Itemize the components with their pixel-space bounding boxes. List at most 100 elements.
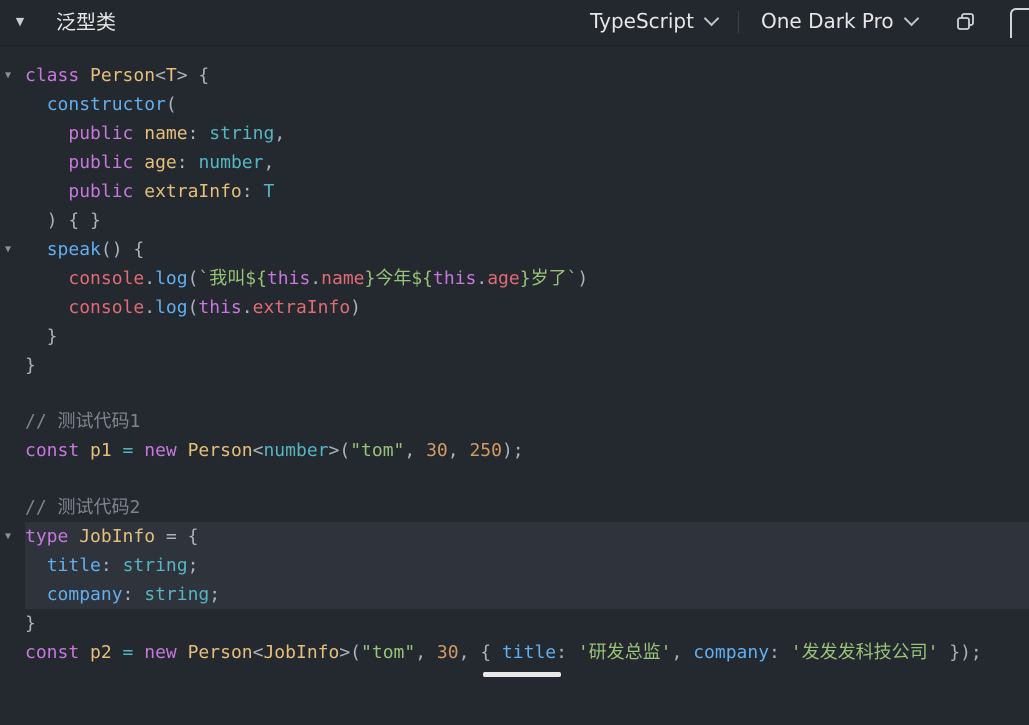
- divider: [738, 11, 739, 33]
- token: }: [25, 326, 58, 347]
- token: Person: [187, 642, 253, 663]
- token: (: [165, 94, 177, 115]
- horizontal-scrollbar-thumb[interactable]: [483, 672, 561, 677]
- code-line: title: string;: [0, 551, 1029, 580]
- token: name: [144, 123, 188, 144]
- token: extraInfo: [252, 297, 351, 318]
- chevron-down-icon: [903, 10, 919, 27]
- token: '发发发科技公司': [790, 642, 939, 663]
- token: p1: [90, 440, 112, 461]
- token: // 测试代码1: [25, 411, 141, 432]
- token: Person: [90, 65, 156, 86]
- code-line-text: const p1 = new Person<number>("tom", 30,…: [25, 436, 524, 465]
- theme-dropdown[interactable]: One Dark Pro: [761, 7, 919, 35]
- token: "tom": [361, 642, 416, 663]
- code-line: }: [0, 322, 1029, 351]
- token: string: [122, 555, 188, 576]
- token: this: [198, 297, 242, 318]
- code-line-text: }: [25, 609, 36, 638]
- token: // 测试代码2: [25, 497, 141, 518]
- token: () {: [100, 239, 145, 260]
- token: }岁了`: [519, 268, 578, 289]
- token: 250: [469, 440, 502, 461]
- token: JobInfo: [79, 526, 156, 547]
- token: .: [310, 268, 322, 289]
- token: type: [25, 526, 69, 547]
- code-line: // 测试代码1: [0, 407, 1029, 436]
- token: public: [68, 181, 134, 202]
- code-line-text: public age: number,: [25, 148, 274, 177]
- token: 30: [436, 642, 459, 663]
- code-line: // 测试代码2: [0, 493, 1029, 522]
- code-line-text: constructor(: [25, 90, 177, 119]
- code-line-text: }: [25, 351, 36, 380]
- code-line: }: [0, 609, 1029, 638]
- token: ) { }: [25, 210, 101, 231]
- token: number: [198, 152, 264, 173]
- token: (: [187, 268, 199, 289]
- code-line: const p1 = new Person<number>("tom", 30,…: [0, 436, 1029, 465]
- code-line: ) { }: [0, 206, 1029, 235]
- token: :: [241, 181, 264, 202]
- token: :: [769, 642, 791, 663]
- token: age: [487, 268, 520, 289]
- token: ): [577, 268, 589, 289]
- token: public: [68, 152, 134, 173]
- token: .: [144, 268, 156, 289]
- code-line-text: public name: string,: [25, 119, 285, 148]
- code-line: ▼ class Person<T> {: [0, 61, 1029, 90]
- token: ,: [404, 440, 427, 461]
- code-line-text: company: string;: [25, 580, 220, 609]
- token: new: [144, 642, 177, 663]
- token: '研发总监': [577, 642, 672, 663]
- token: company: [693, 642, 770, 663]
- token: console: [68, 268, 145, 289]
- token: `我叫${: [198, 268, 267, 289]
- token: .: [241, 297, 253, 318]
- token: (: [187, 297, 199, 318]
- token: ;: [209, 584, 221, 605]
- copy-icon[interactable]: [956, 12, 976, 32]
- code-line-text: title: string;: [25, 551, 199, 580]
- copy-icon-graphic: [957, 13, 974, 30]
- token: extraInfo: [144, 181, 242, 202]
- code-line-text: ) { }: [25, 206, 101, 235]
- snippet-title: 泛型类: [56, 10, 116, 34]
- fold-arrow-icon[interactable]: ▼: [0, 522, 16, 551]
- token: , {: [458, 642, 502, 663]
- code-line: console.log(this.extraInfo): [0, 293, 1029, 322]
- fold-arrow-icon[interactable]: ▼: [0, 61, 16, 90]
- code-line: company: string;: [0, 580, 1029, 609]
- token: T: [263, 181, 275, 202]
- code-line-text: type JobInfo = {: [25, 522, 198, 551]
- token: );: [501, 440, 524, 461]
- chevron-down-icon: [703, 10, 720, 27]
- token: const: [25, 440, 80, 461]
- token: :: [100, 555, 123, 576]
- fold-arrow-icon[interactable]: ▼: [0, 235, 16, 264]
- token: <: [252, 642, 264, 663]
- token: Person: [187, 440, 253, 461]
- token: > {: [176, 65, 210, 86]
- token: :: [556, 642, 578, 663]
- code-line: public age: number,: [0, 148, 1029, 177]
- token: this: [433, 268, 477, 289]
- code-line: constructor(: [0, 90, 1029, 119]
- token: =: [111, 642, 145, 663]
- language-dropdown[interactable]: TypeScript: [590, 7, 720, 35]
- token: log: [155, 268, 188, 289]
- token: <: [252, 440, 264, 461]
- token: 30: [426, 440, 448, 461]
- triangle-down-icon[interactable]: ▼: [12, 14, 28, 30]
- code-line: ▼ type JobInfo = {: [0, 522, 1029, 551]
- code-line-text: console.log(`我叫${this.name}今年${this.age}…: [25, 264, 588, 293]
- code-line-text: console.log(this.extraInfo): [25, 293, 361, 322]
- code-line-text: const p2 = new Person<JobInfo>("tom", 30…: [25, 638, 982, 667]
